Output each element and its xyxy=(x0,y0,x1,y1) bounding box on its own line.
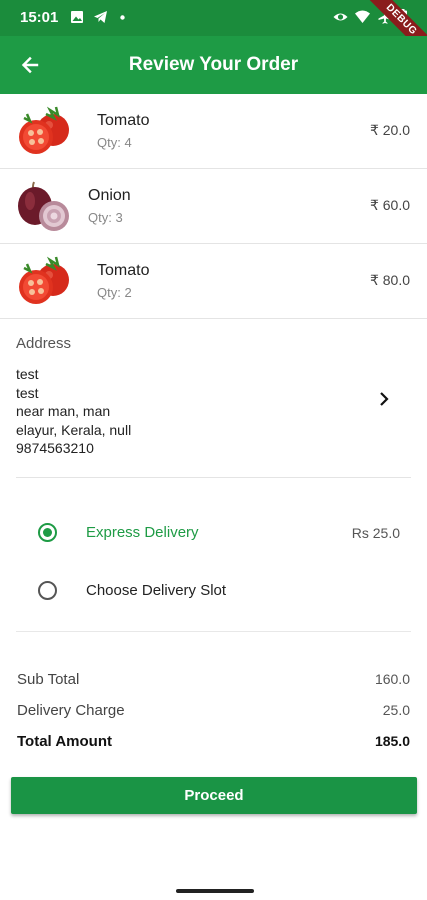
list-item[interactable]: Tomato Qty: 2 ₹ 80.0 xyxy=(0,244,427,319)
list-item[interactable]: Tomato Qty: 4 ₹ 20.0 xyxy=(0,94,427,169)
eye-icon xyxy=(333,13,348,21)
radio-unselected[interactable] xyxy=(38,581,57,600)
delivery-slot-label: Choose Delivery Slot xyxy=(86,582,227,599)
item-qty: Qty: 2 xyxy=(97,285,132,300)
home-indicator[interactable] xyxy=(176,889,254,893)
express-delivery-price: Rs 25.0 xyxy=(351,525,400,541)
chevron-right-icon[interactable] xyxy=(377,391,391,407)
address-label: Address xyxy=(16,335,72,352)
item-name: Tomato xyxy=(97,112,150,129)
total-amount-value: 185.0 xyxy=(374,733,410,749)
total-amount-label: Total Amount xyxy=(17,733,112,750)
item-qty: Qty: 4 xyxy=(97,135,132,150)
express-delivery-option[interactable]: Express Delivery Rs 25.0 xyxy=(0,508,427,558)
radio-selected[interactable] xyxy=(38,523,57,542)
sub-total-value: 160.0 xyxy=(374,671,410,687)
wifi-icon xyxy=(355,10,370,23)
sub-total-row: Sub Total 160.0 xyxy=(17,671,410,693)
dot-icon xyxy=(120,15,125,20)
sub-total-label: Sub Total xyxy=(17,671,80,688)
item-name: Onion xyxy=(88,187,131,204)
delivery-slot-option[interactable]: Choose Delivery Slot xyxy=(0,566,427,616)
app-bar: Review Your Order xyxy=(0,36,427,94)
delivery-charge-row: Delivery Charge 25.0 xyxy=(17,702,410,724)
proceed-button[interactable]: Proceed xyxy=(11,777,417,814)
status-bar: 15:01 DEBUG xyxy=(0,0,427,36)
address-line: test xyxy=(16,384,39,401)
tomato-image xyxy=(19,256,69,304)
tomato-image xyxy=(19,106,69,154)
express-delivery-label: Express Delivery xyxy=(86,524,199,541)
address-phone: 9874563210 xyxy=(16,440,94,457)
status-time: 15:01 xyxy=(20,9,59,26)
divider xyxy=(16,631,411,632)
address-section[interactable]: Address test test near man, man elayur, … xyxy=(0,318,427,478)
order-items-list: Tomato Qty: 4 ₹ 20.0 Onion Qty: 3 ₹ 60.0 xyxy=(0,94,427,319)
divider xyxy=(16,477,411,478)
total-amount-row: Total Amount 185.0 xyxy=(17,733,410,755)
image-icon xyxy=(71,11,83,23)
item-price: ₹ 80.0 xyxy=(369,272,410,288)
address-line: near man, man xyxy=(16,403,111,420)
list-item[interactable]: Onion Qty: 3 ₹ 60.0 xyxy=(0,169,427,244)
delivery-charge-label: Delivery Charge xyxy=(17,702,125,719)
item-name: Tomato xyxy=(97,262,150,279)
page-title: Review Your Order xyxy=(128,54,299,75)
address-line: elayur, Kerala, null xyxy=(16,421,132,438)
delivery-charge-value: 25.0 xyxy=(382,702,410,718)
onion-image xyxy=(18,181,69,231)
address-text: test test near man, man elayur, Kerala, … xyxy=(16,365,131,458)
item-price: ₹ 60.0 xyxy=(369,197,410,213)
telegram-icon xyxy=(94,11,107,23)
item-qty: Qty: 3 xyxy=(88,210,123,225)
address-line: test xyxy=(16,366,39,382)
item-price: ₹ 20.0 xyxy=(369,122,410,138)
